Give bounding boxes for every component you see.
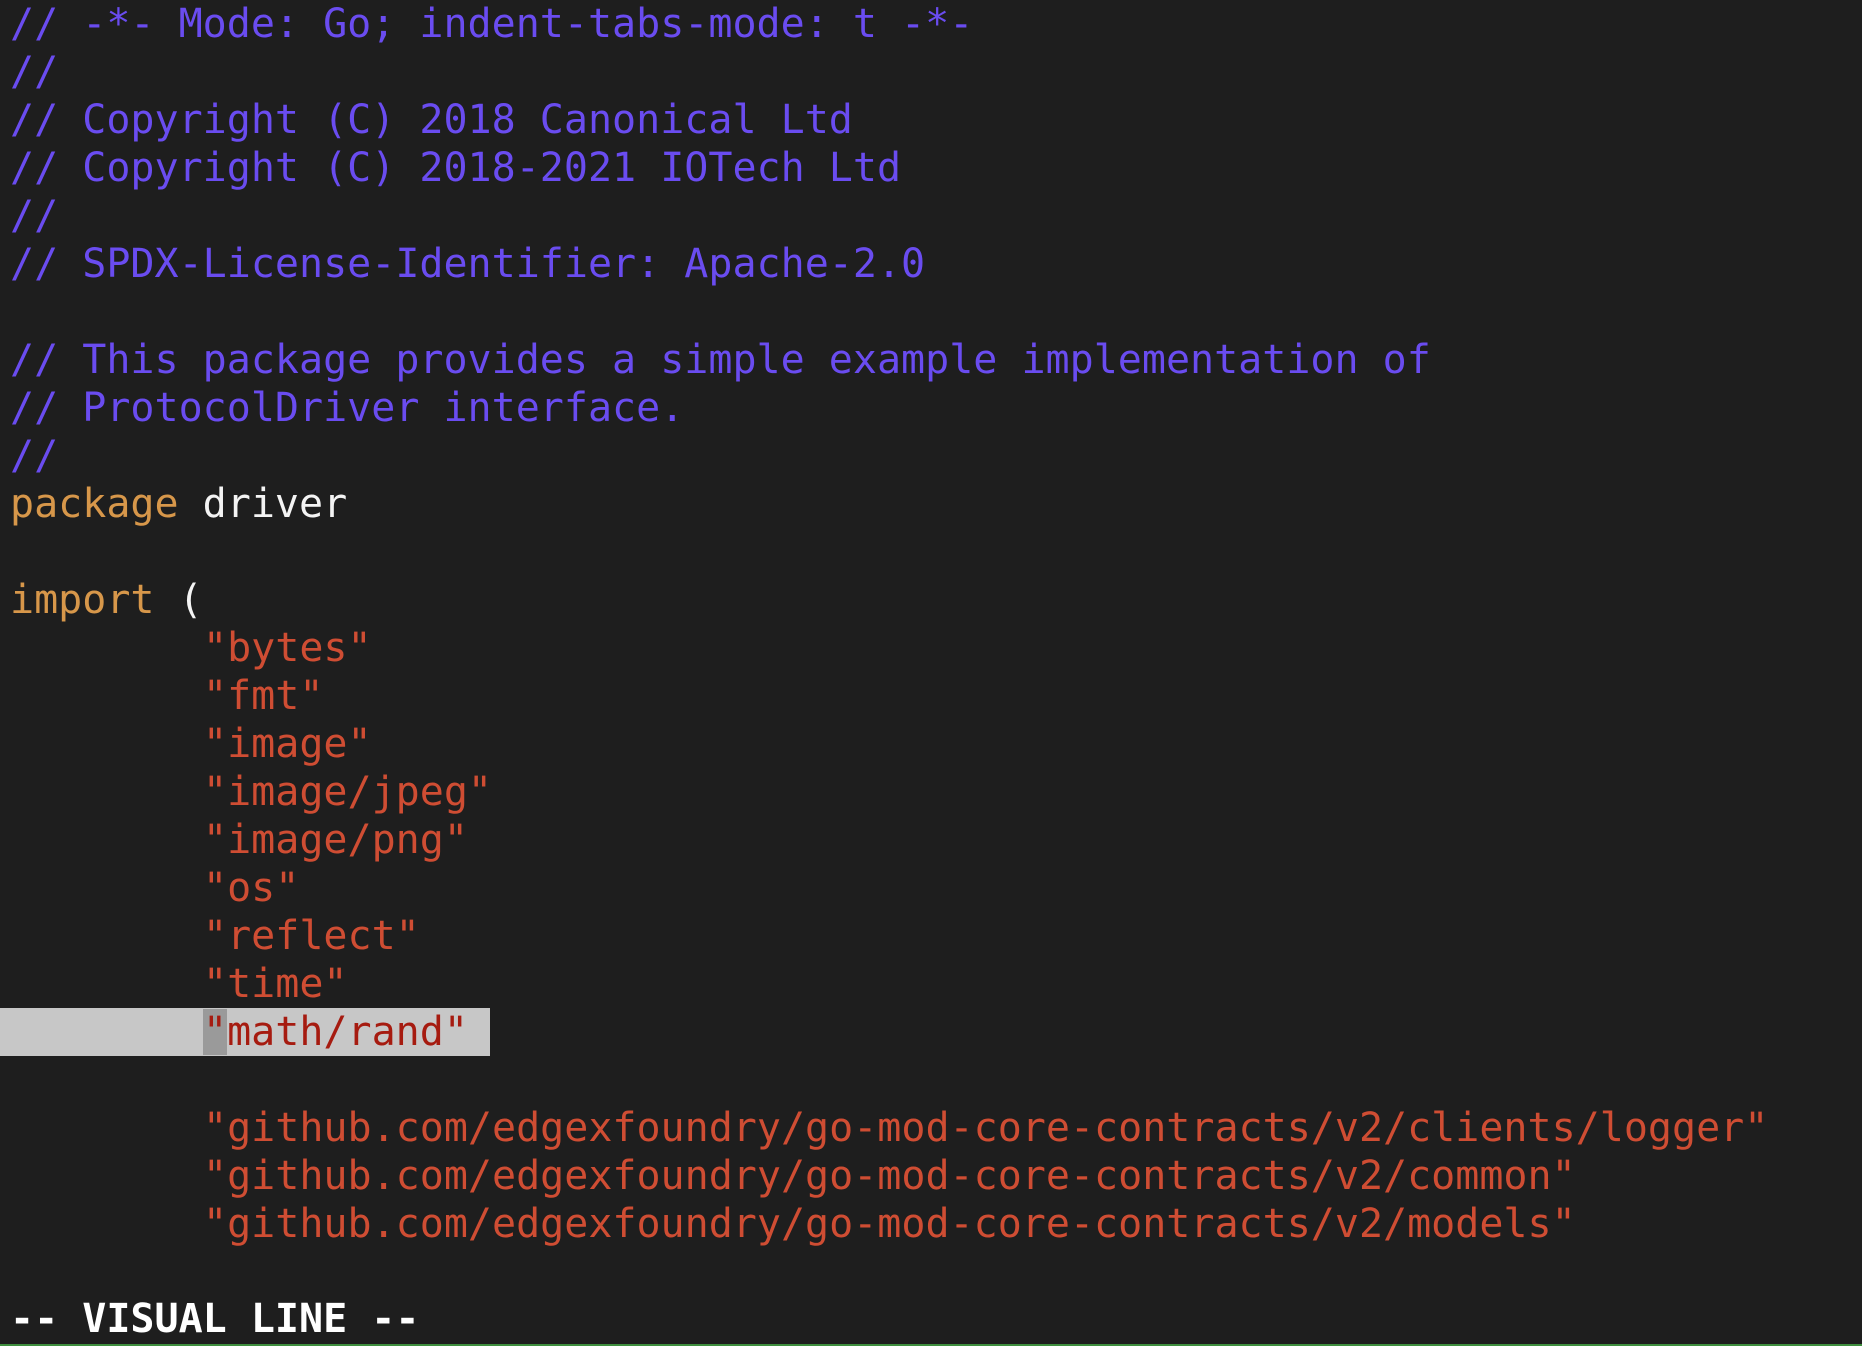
code-line: // This package provides a simple exampl… [10, 337, 1431, 383]
text-cursor: " [203, 1009, 228, 1055]
import-string-line: "github.com/edgexfoundry/go-mod-core-con… [10, 1152, 1862, 1200]
package-line: package driver [10, 480, 1862, 528]
selected-line[interactable]: "math/rand" [0, 1008, 1862, 1056]
import-path: math/rand" [227, 1009, 468, 1055]
import-path: "image" [203, 721, 372, 767]
code-line: // [10, 49, 59, 95]
import-path: "os" [203, 865, 300, 911]
import-path: "fmt" [203, 673, 324, 719]
import-string-line: "reflect" [10, 912, 1862, 960]
code-line: // ProtocolDriver interface. [10, 385, 685, 431]
import-path: "github.com/edgexfoundry/go-mod-core-con… [203, 1105, 1769, 1151]
package-keyword: package [10, 481, 179, 527]
code-line: // [10, 193, 59, 239]
import-string-line: "os" [10, 864, 1862, 912]
import-path: "bytes" [203, 625, 372, 671]
import-string-line: "bytes" [10, 624, 1862, 672]
visual-line-selection[interactable]: "math/rand" [0, 1008, 490, 1056]
import-string-line: "image/jpeg" [10, 768, 1862, 816]
code-line: // -*- Mode: Go; indent-tabs-mode: t -*- [10, 1, 974, 47]
import-path: "image/png" [203, 817, 468, 863]
import-string-line: "image/png" [10, 816, 1862, 864]
import-keyword: import [10, 577, 155, 623]
import-string-line: "github.com/edgexfoundry/go-mod-core-con… [10, 1200, 1862, 1248]
import-string-line: "fmt" [10, 672, 1862, 720]
code-line: // SPDX-License-Identifier: Apache-2.0 [10, 241, 926, 287]
import-path: "github.com/edgexfoundry/go-mod-core-con… [203, 1153, 1576, 1199]
vim-editor[interactable]: // -*- Mode: Go; indent-tabs-mode: t -*-… [0, 0, 1862, 1346]
mode-indicator: -- VISUAL LINE -- [10, 1296, 420, 1342]
code-buffer[interactable]: // -*- Mode: Go; indent-tabs-mode: t -*-… [0, 0, 1862, 1296]
import-string-line: "time" [10, 960, 1862, 1008]
code-line: // [10, 433, 59, 479]
import-path: "image/jpeg" [203, 769, 492, 815]
open-paren: ( [178, 577, 203, 623]
import-line: import ( [10, 576, 1862, 624]
import-path: "time" [203, 961, 348, 1007]
import-string-line: "image" [10, 720, 1862, 768]
package-name: driver [202, 481, 348, 527]
code-line: // Copyright (C) 2018-2021 IOTech Ltd [10, 145, 902, 191]
import-path: "github.com/edgexfoundry/go-mod-core-con… [203, 1201, 1576, 1247]
import-string-line: "github.com/edgexfoundry/go-mod-core-con… [10, 1104, 1862, 1152]
import-path: "reflect" [203, 913, 420, 959]
code-line: // Copyright (C) 2018 Canonical Ltd [10, 97, 853, 143]
